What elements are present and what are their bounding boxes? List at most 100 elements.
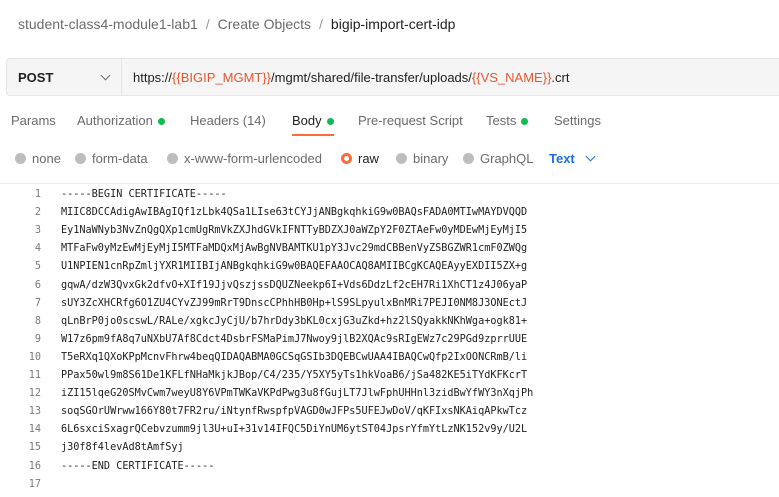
chevron-down-icon xyxy=(100,70,111,80)
tab-pre-request-script[interactable]: Pre-request Script xyxy=(358,108,463,136)
line-text: Ey1NaWNyb3NvZnQgQXp1cmUgRmVkZXJhdGVkIFNT… xyxy=(61,225,528,237)
line-number: 14 xyxy=(28,424,41,436)
line-number: 11 xyxy=(28,370,41,381)
tab-tests[interactable]: Tests xyxy=(486,108,529,136)
editor-line: 8 qLnBrP0jo0scswL/RALe/xgkcJyCjU/b7hrDdy3… xyxy=(0,313,779,331)
tab-label: Pre-request Script xyxy=(358,113,463,128)
editor-line: 4 MTFaFw0yMzEwMjEyMjI5MTFaMDQxMjAwBgNVBAM… xyxy=(0,240,779,258)
body-type-graphql[interactable]: GraphQL xyxy=(463,148,533,168)
line-text: j30f8f4levAd8tAmfSyj xyxy=(61,442,184,454)
tab-body[interactable]: Body xyxy=(292,108,334,136)
url-variable: {{VS_NAME}} xyxy=(471,69,552,85)
tab-headers-14[interactable]: Headers (14) xyxy=(190,108,266,136)
editor-line: 16 -----END CERTIFICATE----- xyxy=(0,458,779,476)
body-type-label: binary xyxy=(413,150,449,166)
radio-icon[interactable] xyxy=(15,152,26,164)
raw-type-label: Text xyxy=(549,150,575,166)
line-text: U1NPIEN1cnRpZmljYXR1MIIBIjANBgkqhkiG9w0B… xyxy=(61,261,528,273)
editor-line: 17 xyxy=(0,476,779,494)
line-text: PPax50wl9m8S61De1KFLfNHaMkjkJBop/C4/235/… xyxy=(61,370,528,381)
line-text: qLnBrP0jo0scswL/RALe/xgkcJyCjU/b7hrDdy3b… xyxy=(61,315,528,327)
breadcrumb-separator: / xyxy=(319,16,323,32)
url-variable: {{BIGIP_MGMT}} xyxy=(172,69,272,85)
breadcrumb-folder[interactable]: Create Objects xyxy=(218,16,311,32)
line-number: 17 xyxy=(28,478,41,490)
body-type-options: Text none form-data x-www-form-urlencoded r… xyxy=(0,148,779,168)
line-number: 3 xyxy=(34,225,41,237)
radio-icon[interactable] xyxy=(75,152,86,164)
breadcrumb-collection[interactable]: student-class4-module1-lab1 xyxy=(18,16,198,32)
line-number: 6 xyxy=(34,279,41,291)
body-type-none[interactable]: none xyxy=(15,148,61,168)
editor-line: 9 W17z6pm9fA8q7uNXbU7Af8Cdct4DsbrFSMaPimJ… xyxy=(0,331,779,349)
body-type-binary[interactable]: binary xyxy=(396,148,448,168)
line-text: iZI15lqeG20SMvCwm7weyU8Y6VPmTWKaVKPdPwg3… xyxy=(61,388,534,400)
editor-line: 13 soqSGOrUWrww166Y80t7FR2ru/iNtynfRwspfp… xyxy=(0,403,779,421)
tab-settings[interactable]: Settings xyxy=(554,108,601,136)
editor-line: 7 sUY3ZcXHCRfg6O1ZU4CYvZJ99mRrT9DnscCPhhH… xyxy=(0,295,779,313)
editor-line: 12 iZI15lqeG20SMvCwm7weyU8Y6VPmTWKaVKPdPw… xyxy=(0,385,779,403)
line-text: -----BEGIN CERTIFICATE----- xyxy=(61,189,227,200)
radio-icon[interactable] xyxy=(396,152,407,164)
line-number: 4 xyxy=(34,243,41,255)
status-dot-icon xyxy=(326,118,334,125)
tab-label: Headers (14) xyxy=(190,113,266,128)
editor-line: 14 6L6sxciSxagrQCebvzumm9jl3U+uI+31v14IFQ… xyxy=(0,421,779,439)
line-number: 9 xyxy=(34,333,41,345)
url-segment: /mgmt/shared/file-transfer/uploads/ xyxy=(271,69,472,85)
line-number: 1 xyxy=(34,189,41,200)
tab-label: Settings xyxy=(554,113,601,128)
line-text: W17z6pm9fA8q7uNXbU7Af8Cdct4DsbrFSMaPimJ7… xyxy=(61,333,528,345)
method-select[interactable]: POST xyxy=(7,59,122,95)
breadcrumb-request-name[interactable]: bigip-import-cert-idp xyxy=(331,16,455,32)
radio-icon[interactable] xyxy=(341,152,352,164)
body-type-raw[interactable]: raw xyxy=(341,148,379,168)
line-number: 8 xyxy=(34,315,41,327)
line-number: 13 xyxy=(28,406,41,418)
editor-line: 10 T5eRXq1QXoKPpMcnvFhrw4beqQIDAQABMA0GCS… xyxy=(0,349,779,367)
editor-line: 3 Ey1NaWNyb3NvZnQgQXp1cmUgRmVkZXJhdGVkIFN… xyxy=(0,222,779,240)
line-number: 2 xyxy=(34,207,41,219)
editor-line: 6 gqwA/dzW3QvxGk2dfvO+XIf19JjvQszjssDQUZN… xyxy=(0,277,779,295)
body-type-form-data[interactable]: form-data xyxy=(75,148,148,168)
tab-label: Tests xyxy=(486,113,517,128)
radio-icon[interactable] xyxy=(463,152,474,164)
line-number: 5 xyxy=(34,261,41,273)
url-input[interactable]: https://{{BIGIP_MGMT}}/mgmt/shared/file-… xyxy=(122,59,779,95)
line-text: T5eRXq1QXoKPpMcnvFhrw4beqQIDAQABMA0GCSqG… xyxy=(61,351,528,363)
body-type-label: form-data xyxy=(92,150,148,166)
request-tabs: Params Authorization Headers (14) Body Pre-r… xyxy=(0,108,779,136)
tab-authorization[interactable]: Authorization xyxy=(77,108,165,136)
line-text: gqwA/dzW3QvxGk2dfvO+XIf19JjvQszjssDQUZNe… xyxy=(61,279,528,291)
tab-label: Body xyxy=(292,113,322,128)
breadcrumb-separator: / xyxy=(205,16,210,32)
tab-label: Authorization xyxy=(77,113,153,128)
body-type-label: raw xyxy=(358,150,379,166)
body-type-x-www-form-urlencoded[interactable]: x-www-form-urlencoded xyxy=(167,148,322,168)
line-text: sUY3ZcXHCRfg6O1ZU4CYvZJ99mRrT9DnscCPhhHB… xyxy=(61,297,528,309)
line-number: 10 xyxy=(28,351,41,363)
method-label: POST xyxy=(18,69,54,85)
line-number: 7 xyxy=(34,297,41,309)
line-text: MIIC8DCCAdigAwIBAgIQf1zLbk4QSa1LIse63tCY… xyxy=(61,207,528,219)
editor-line: 15 j30f8f4levAd8tAmfSyj xyxy=(0,439,779,457)
radio-icon[interactable] xyxy=(167,152,178,164)
editor-line: 11 PPax50wl9m8S61De1KFLfNHaMkjkJBop/C4/23… xyxy=(0,367,779,385)
line-text: -----END CERTIFICATE----- xyxy=(61,460,215,472)
line-text: soqSGOrUWrww166Y80t7FR2ru/iNtynfRwspfpVA… xyxy=(61,406,528,418)
body-type-label: x-www-form-urlencoded xyxy=(184,150,322,166)
tab-params[interactable]: Params xyxy=(11,108,56,136)
tab-label: Params xyxy=(11,113,56,128)
status-dot-icon xyxy=(521,118,529,125)
status-dot-icon xyxy=(157,118,165,125)
line-number: 16 xyxy=(28,460,41,472)
url-segment: .crt xyxy=(551,69,570,85)
line-text: 6L6sxciSxagrQCebvzumm9jl3U+uI+31v14IFQC5… xyxy=(61,424,528,436)
line-text: MTFaFw0yMzEwMjEyMjI5MTFaMDQxMjAwBgNVBAMT… xyxy=(61,243,528,255)
url-segment: https:// xyxy=(133,69,173,85)
chevron-down-icon xyxy=(585,151,596,161)
editor-line: 5 U1NPIEN1cnRpZmljYXR1MIIBIjANBgkqhkiG9w0… xyxy=(0,258,779,276)
editor-divider xyxy=(0,183,779,184)
raw-type-select[interactable]: Text xyxy=(549,148,596,168)
line-number: 12 xyxy=(28,388,41,400)
